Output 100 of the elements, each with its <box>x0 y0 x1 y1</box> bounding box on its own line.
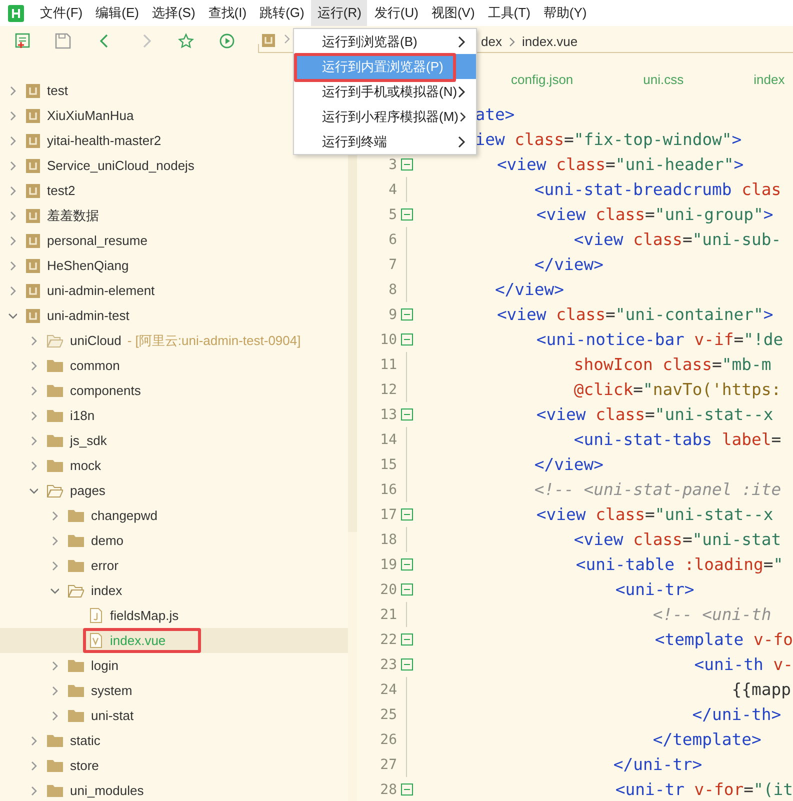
tree-item[interactable]: HeShenQiang <box>0 253 348 278</box>
project-icon <box>26 108 40 122</box>
tree-item[interactable]: uni_modules <box>0 778 348 801</box>
menu-item[interactable]: 跳转(G) <box>254 0 310 26</box>
chevron-right-icon[interactable] <box>29 360 38 370</box>
breadcrumb-item[interactable]: dex <box>481 34 502 49</box>
chevron-down-icon[interactable] <box>8 310 17 320</box>
tree-item[interactable]: error <box>0 553 348 578</box>
code-line: <!-- <uni-stat-panel :ite <box>534 480 782 499</box>
chevron-right-icon[interactable] <box>50 686 59 696</box>
folder-icon <box>47 784 63 798</box>
code-line: </uni-tr> <box>613 755 702 774</box>
tree-item[interactable]: personal_resume <box>0 228 348 253</box>
tree-item[interactable]: uni-stat <box>0 703 348 728</box>
line-number: 28 <box>379 782 397 798</box>
project-icon <box>26 308 40 322</box>
line-number: 26 <box>379 732 397 748</box>
tree-item[interactable]: demo <box>0 528 348 553</box>
code-line: <uni-table :loading=" <box>576 555 784 574</box>
menu-item[interactable]: 视图(V) <box>425 0 481 26</box>
chevron-right-icon[interactable] <box>50 710 59 720</box>
tree-item[interactable]: store <box>0 753 348 778</box>
line-number: 23 <box>379 656 397 672</box>
tree-item[interactable]: Service_uniCloud_nodejs <box>0 153 348 178</box>
code-line: <view class="uni-stat--x <box>536 405 774 424</box>
code-line: <!-- <uni-th <box>652 605 772 624</box>
tree-item[interactable]: common <box>0 353 348 378</box>
line-number: 15 <box>379 456 397 472</box>
tree-item[interactable]: static <box>0 728 348 753</box>
breadcrumb-item[interactable]: index.vue <box>522 34 578 49</box>
chevron-right-icon[interactable] <box>8 260 17 270</box>
tree-item[interactable]: js_sdk <box>0 428 348 453</box>
chevron-right-icon[interactable] <box>29 386 38 396</box>
chevron-down-icon[interactable] <box>50 586 59 596</box>
chevron-right-icon[interactable] <box>8 86 17 96</box>
tree-item[interactable]: login <box>0 653 348 678</box>
chevron-right-icon[interactable] <box>50 510 59 520</box>
chevron-right-icon[interactable] <box>8 186 17 196</box>
chevron-right-icon[interactable] <box>29 436 38 446</box>
chevron-right-icon[interactable] <box>50 560 59 570</box>
code-line: <view class="uni-container"> <box>496 305 774 324</box>
menu-item[interactable]: 查找(I) <box>202 0 253 26</box>
tree-item[interactable]: changepwd <box>0 503 348 528</box>
chevron-right-icon[interactable] <box>29 460 38 470</box>
file-icon <box>89 608 103 623</box>
star-icon[interactable] <box>178 33 194 49</box>
tree-item[interactable]: 羞羞数据 <box>0 203 348 228</box>
menu-item[interactable]: 选择(S) <box>146 0 202 26</box>
code-line: @click="navTo('https: <box>574 380 782 399</box>
chevron-right-icon[interactable] <box>8 160 17 170</box>
code-line: showIcon class="mb-m <box>574 355 772 374</box>
tree-item[interactable]: index <box>0 578 348 603</box>
app-logo-icon <box>8 4 24 22</box>
project-icon[interactable] <box>261 33 276 48</box>
tree-item[interactable]: mock <box>0 453 348 478</box>
menu-item[interactable]: 文件(F) <box>34 0 89 26</box>
chevron-right-icon[interactable] <box>8 210 17 220</box>
chevron-right-icon[interactable] <box>8 236 17 246</box>
code-line: <view class="uni-group"> <box>536 205 774 224</box>
chevron-right-icon[interactable] <box>50 536 59 546</box>
tree-item[interactable]: pages <box>0 478 348 503</box>
line-number: 12 <box>379 382 397 398</box>
chevron-right-icon[interactable] <box>29 760 38 770</box>
chevron-right-icon[interactable] <box>8 136 17 146</box>
chevron-right-icon[interactable] <box>29 736 38 746</box>
tree-item[interactable]: uni-admin-element <box>0 278 348 303</box>
line-number: 22 <box>379 632 397 648</box>
chevron-right-icon[interactable] <box>29 410 38 420</box>
open-folder-icon <box>47 484 63 498</box>
code-line: <uni-th v- <box>694 655 793 674</box>
chevron-right-icon[interactable] <box>283 33 291 45</box>
chevron-right-icon[interactable] <box>29 786 38 796</box>
folder-icon <box>47 458 63 472</box>
chevron-right-icon[interactable] <box>8 286 17 296</box>
code-line: <view class="uni-header"> <box>496 155 744 174</box>
menu-item[interactable]: 运行到小程序模拟器(M) <box>294 104 476 129</box>
menu-item[interactable]: 运行到终端 <box>294 129 476 154</box>
tree-item[interactable]: uni-admin-test <box>0 303 348 328</box>
chevron-right-icon[interactable] <box>8 110 17 120</box>
menu-item[interactable]: 工具(T) <box>482 0 536 26</box>
save-icon[interactable] <box>55 33 71 49</box>
menu-item[interactable]: 帮助(Y) <box>537 0 593 26</box>
run-icon[interactable] <box>219 33 235 49</box>
menu-item[interactable]: 运行到浏览器(B) <box>294 29 476 54</box>
chevron-down-icon[interactable] <box>29 486 38 496</box>
tree-item[interactable]: fieldsMap.js <box>0 603 348 628</box>
tree-item[interactable]: components <box>0 378 348 403</box>
line-number: 19 <box>379 556 397 572</box>
tree-item[interactable]: i18n <box>0 403 348 428</box>
tree-item[interactable]: uniCloud - [阿里云:uni-admin-test-0904] <box>0 328 348 353</box>
menu-item[interactable]: 运行到手机或模拟器(N) <box>294 79 476 104</box>
tree-item[interactable]: system <box>0 678 348 703</box>
chevron-right-icon[interactable] <box>50 660 59 670</box>
menu-item[interactable]: 编辑(E) <box>90 0 145 26</box>
project-icon <box>26 184 40 198</box>
menu-item[interactable]: 发行(U) <box>368 0 424 26</box>
chevron-right-icon[interactable] <box>29 336 38 346</box>
menu-item[interactable]: 运行(R) <box>311 0 368 26</box>
new-file-icon[interactable] <box>15 33 31 49</box>
tree-item[interactable]: test2 <box>0 178 348 203</box>
